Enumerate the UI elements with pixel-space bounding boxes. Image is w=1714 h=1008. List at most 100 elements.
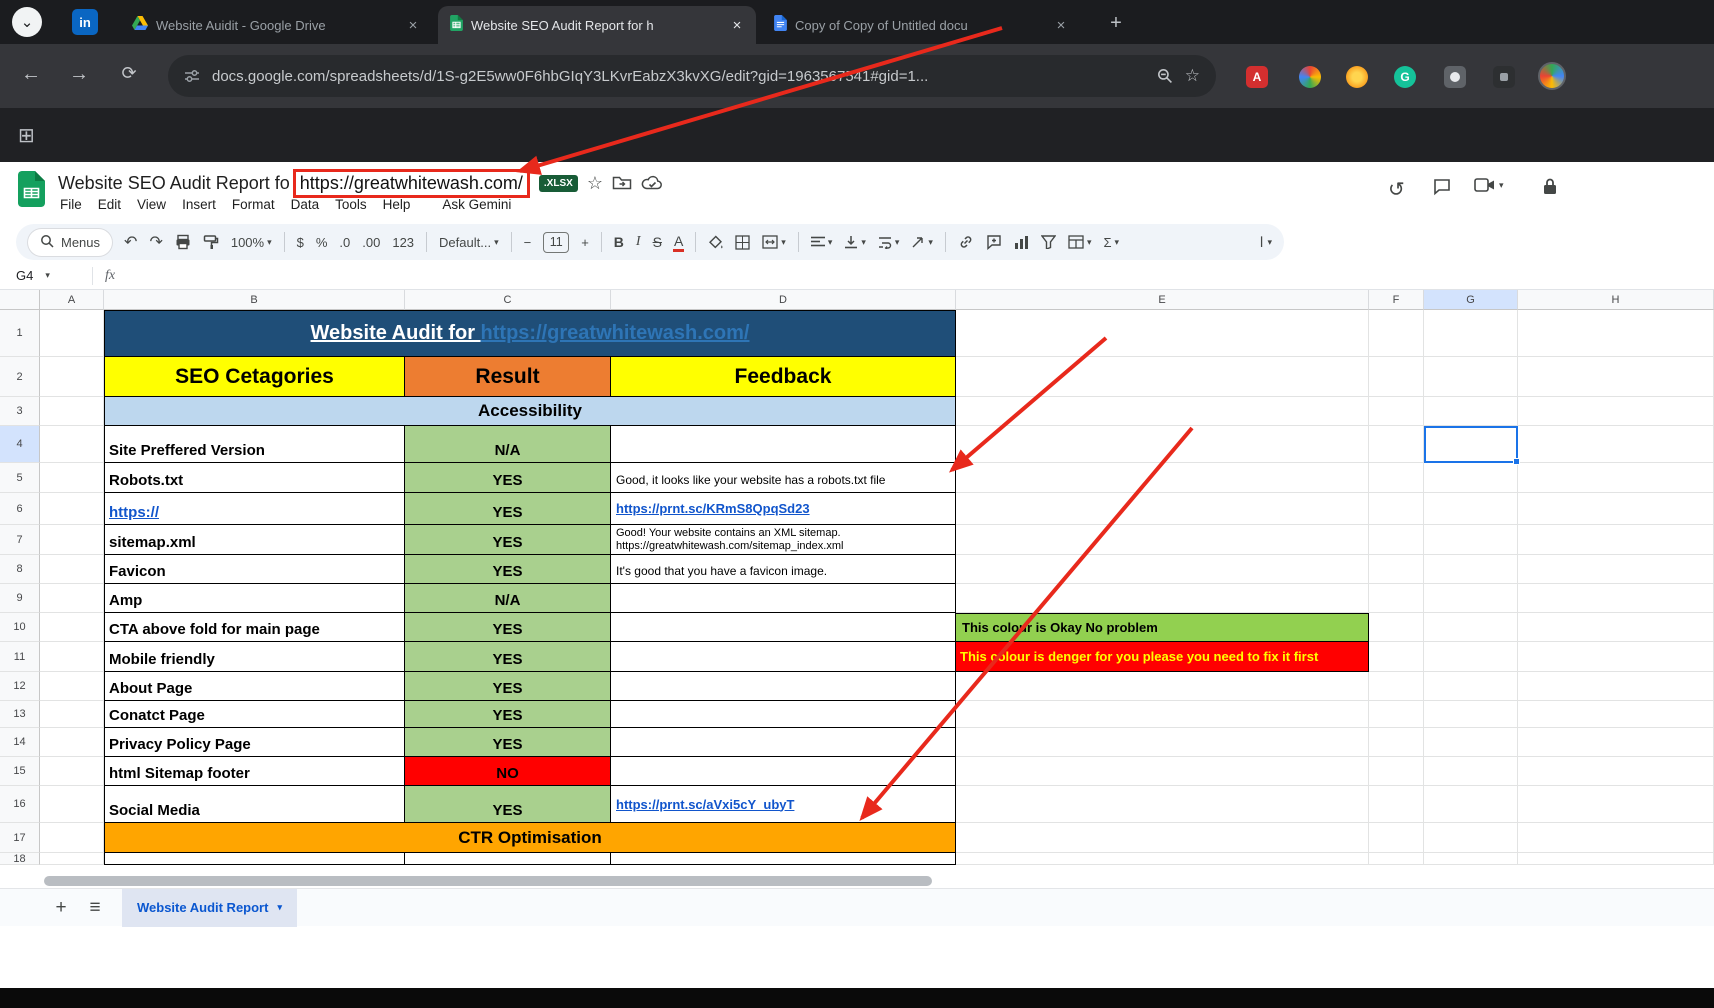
lock-icon[interactable] bbox=[1542, 177, 1558, 197]
url-text[interactable]: docs.google.com/spreadsheets/d/1S-g2E5ww… bbox=[212, 68, 1145, 85]
cell-D7[interactable]: Good! Your website contains an XML sitem… bbox=[611, 525, 956, 555]
add-sheet-button[interactable]: + bbox=[44, 897, 78, 919]
cell-H7[interactable] bbox=[1518, 525, 1714, 555]
cell-F18[interactable] bbox=[1369, 853, 1424, 865]
back-button[interactable]: ← bbox=[18, 63, 44, 86]
cell-legend-danger[interactable]: This colour is denger for you please you… bbox=[956, 642, 1369, 672]
new-tab-button[interactable]: + bbox=[1102, 9, 1130, 37]
undo-button[interactable]: ↶ bbox=[124, 232, 137, 252]
cell-B7[interactable]: sitemap.xml bbox=[104, 525, 405, 555]
row-header-4[interactable]: 4 bbox=[0, 426, 40, 463]
address-bar[interactable]: docs.google.com/spreadsheets/d/1S-g2E5ww… bbox=[168, 55, 1216, 97]
col-header-G[interactable]: G bbox=[1424, 290, 1518, 310]
cell-B4[interactable]: Site Preffered Version bbox=[104, 426, 405, 463]
vertical-align-button[interactable]: ▾ bbox=[844, 235, 866, 249]
row-header-18[interactable]: 18 bbox=[0, 853, 40, 865]
cell-E1[interactable] bbox=[956, 310, 1369, 357]
cell-A7[interactable] bbox=[40, 525, 104, 555]
cell-C11[interactable]: YES bbox=[405, 642, 611, 672]
all-sheets-button[interactable]: ≡ bbox=[78, 897, 112, 919]
cell-F5[interactable] bbox=[1369, 463, 1424, 493]
cell-C18[interactable] bbox=[405, 853, 611, 865]
row-header-8[interactable]: 8 bbox=[0, 555, 40, 584]
cell-H11[interactable] bbox=[1518, 642, 1714, 672]
cell-H6[interactable] bbox=[1518, 493, 1714, 525]
cell-G8[interactable] bbox=[1424, 555, 1518, 584]
currency-button[interactable]: $ bbox=[297, 235, 304, 250]
cell-A16[interactable] bbox=[40, 786, 104, 823]
cell-E14[interactable] bbox=[956, 728, 1369, 757]
linkedin-pinned-tab[interactable]: in bbox=[72, 9, 98, 35]
cell-G10[interactable] bbox=[1424, 613, 1518, 642]
cell-A17[interactable] bbox=[40, 823, 104, 853]
cell-D10[interactable] bbox=[611, 613, 956, 642]
cell-title[interactable]: Website Audit for https://greatwhitewash… bbox=[104, 310, 956, 357]
text-rotation-button[interactable]: ▾ bbox=[911, 235, 933, 249]
cell-B11[interactable]: Mobile friendly bbox=[104, 642, 405, 672]
browser-tab-sheets[interactable]: Website SEO Audit Report for h × bbox=[438, 6, 756, 44]
adobe-extension-icon[interactable]: A bbox=[1246, 66, 1268, 88]
cell-G17[interactable] bbox=[1424, 823, 1518, 853]
cell-D8[interactable]: It's good that you have a favicon image. bbox=[611, 555, 956, 584]
menu-tools[interactable]: Tools bbox=[327, 195, 375, 214]
cell-A5[interactable] bbox=[40, 463, 104, 493]
cell-A12[interactable] bbox=[40, 672, 104, 701]
cell-D18[interactable] bbox=[611, 853, 956, 865]
cell-G13[interactable] bbox=[1424, 701, 1518, 728]
cell-D14[interactable] bbox=[611, 728, 956, 757]
font-size-input[interactable]: 11 bbox=[543, 232, 569, 253]
cell-A14[interactable] bbox=[40, 728, 104, 757]
cell-F7[interactable] bbox=[1369, 525, 1424, 555]
tab-search-button[interactable]: ⌄ bbox=[12, 7, 42, 37]
cell-C8[interactable]: YES bbox=[405, 555, 611, 584]
cell-H13[interactable] bbox=[1518, 701, 1714, 728]
cell-B9[interactable]: Amp bbox=[104, 584, 405, 613]
cell-A13[interactable] bbox=[40, 701, 104, 728]
cell-E7[interactable] bbox=[956, 525, 1369, 555]
comments-icon[interactable] bbox=[1432, 177, 1452, 197]
cell-E5[interactable] bbox=[956, 463, 1369, 493]
cell-G16[interactable] bbox=[1424, 786, 1518, 823]
document-title[interactable]: Website SEO Audit Report fo bbox=[58, 173, 290, 194]
cell-G9[interactable] bbox=[1424, 584, 1518, 613]
row-header-2[interactable]: 2 bbox=[0, 357, 40, 397]
cell-G1[interactable] bbox=[1424, 310, 1518, 357]
cell-E18[interactable] bbox=[956, 853, 1369, 865]
insert-comment-button[interactable] bbox=[986, 234, 1002, 250]
cell-G15[interactable] bbox=[1424, 757, 1518, 786]
print-button[interactable] bbox=[175, 234, 191, 250]
cell-H16[interactable] bbox=[1518, 786, 1714, 823]
menu-file[interactable]: File bbox=[52, 195, 90, 214]
cell-A6[interactable] bbox=[40, 493, 104, 525]
title-link[interactable]: https://greatwhitewash.com/ bbox=[481, 322, 750, 345]
cell-G7[interactable] bbox=[1424, 525, 1518, 555]
cell-D5[interactable]: Good, it looks like your website has a r… bbox=[611, 463, 956, 493]
font-select[interactable]: Default...▾ bbox=[439, 235, 499, 250]
col-header-H[interactable]: H bbox=[1518, 290, 1714, 310]
cell-C5[interactable]: YES bbox=[405, 463, 611, 493]
menu-edit[interactable]: Edit bbox=[90, 195, 129, 214]
insert-chart-button[interactable] bbox=[1014, 235, 1029, 250]
close-icon[interactable]: × bbox=[404, 17, 422, 34]
functions-button[interactable]: Σ▾ bbox=[1103, 235, 1119, 250]
cell-E17[interactable] bbox=[956, 823, 1369, 853]
cloud-saved-icon[interactable] bbox=[641, 175, 663, 191]
row-header-14[interactable]: 14 bbox=[0, 728, 40, 757]
cell-F13[interactable] bbox=[1369, 701, 1424, 728]
version-history-icon[interactable]: ↺ bbox=[1388, 177, 1405, 202]
cell-A15[interactable] bbox=[40, 757, 104, 786]
cell-C10[interactable]: YES bbox=[405, 613, 611, 642]
row-header-5[interactable]: 5 bbox=[0, 463, 40, 493]
cell-A18[interactable] bbox=[40, 853, 104, 865]
cell-F3[interactable] bbox=[1369, 397, 1424, 426]
cell-C14[interactable]: YES bbox=[405, 728, 611, 757]
row-header-9[interactable]: 9 bbox=[0, 584, 40, 613]
more-formats-button[interactable]: 123 bbox=[392, 235, 414, 250]
borders-button[interactable] bbox=[735, 235, 750, 250]
cell-B15[interactable]: html Sitemap footer bbox=[104, 757, 405, 786]
cell-H14[interactable] bbox=[1518, 728, 1714, 757]
cell-F14[interactable] bbox=[1369, 728, 1424, 757]
cell-H15[interactable] bbox=[1518, 757, 1714, 786]
orange-extension-icon[interactable] bbox=[1346, 66, 1368, 88]
name-box[interactable]: G4▾ bbox=[0, 268, 88, 283]
